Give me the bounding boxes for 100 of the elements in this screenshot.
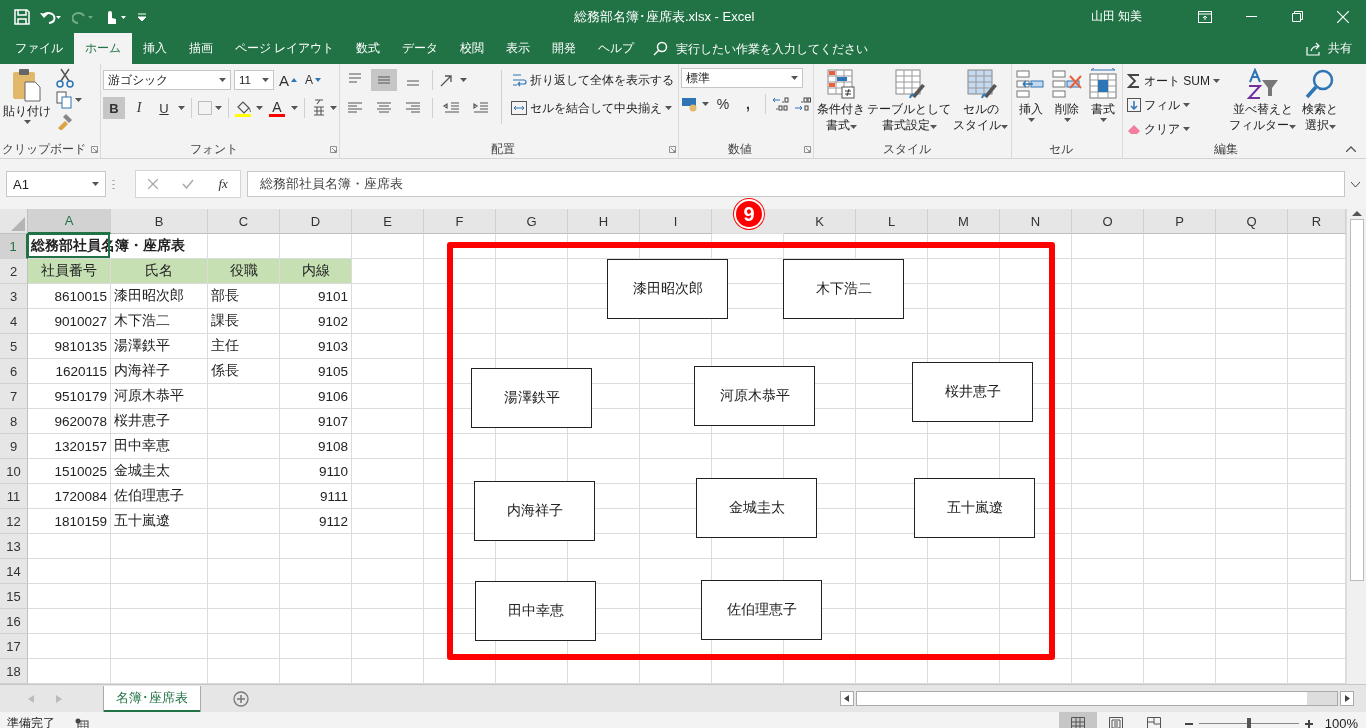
dialog-launcher-icon[interactable] — [91, 146, 98, 153]
fill-color-icon[interactable] — [235, 99, 253, 117]
macro-record-icon[interactable] — [75, 717, 89, 728]
restore-icon[interactable] — [1291, 11, 1303, 22]
copy-icon[interactable] — [56, 91, 72, 109]
formula-field[interactable]: 総務部社員名簿・座席表 — [247, 171, 1345, 197]
seat-box[interactable]: 内海祥子 — [474, 481, 595, 541]
ribbon-tab[interactable]: ホーム — [74, 33, 132, 64]
zoom-thumb[interactable] — [1246, 717, 1251, 728]
column-header[interactable]: R — [1288, 209, 1346, 234]
row-header[interactable]: 16 — [0, 609, 28, 634]
wrap-text-button[interactable]: 折り返して全体を表示する — [509, 68, 676, 92]
ribbon-tab[interactable]: ページ レイアウト — [224, 33, 346, 64]
column-header[interactable]: P — [1144, 209, 1216, 234]
paste-button[interactable]: 貼り付け — [2, 68, 52, 140]
decrease-decimal-icon[interactable] — [793, 96, 811, 112]
cells-button[interactable]: 削除 — [1050, 68, 1084, 140]
scroll-left-icon[interactable] — [840, 691, 854, 706]
dialog-launcher-icon[interactable] — [669, 146, 676, 153]
fill-button[interactable]: フィル — [1125, 93, 1222, 117]
row-header[interactable]: 3 — [0, 284, 28, 309]
seat-box[interactable]: 河原木恭平 — [694, 366, 815, 426]
share-label[interactable]: 共有 — [1328, 40, 1352, 57]
row-header[interactable]: 7 — [0, 384, 28, 409]
row-header[interactable]: 6 — [0, 359, 28, 384]
column-header[interactable]: Q — [1216, 209, 1288, 234]
scroll-up-icon[interactable] — [1351, 209, 1362, 217]
font-color-button[interactable]: A — [266, 97, 288, 119]
column-header[interactable]: I — [640, 209, 712, 234]
ribbon-tab[interactable]: データ — [391, 33, 450, 64]
ribbon-tab[interactable]: 数式 — [345, 33, 392, 64]
column-header[interactable]: H — [568, 209, 640, 234]
ribbon-tab[interactable]: 開発 — [541, 33, 588, 64]
comma-button[interactable]: , — [737, 93, 759, 115]
column-header[interactable]: N — [1000, 209, 1072, 234]
underline-button[interactable]: U — [153, 97, 175, 119]
row-header[interactable]: 17 — [0, 634, 28, 659]
row-header[interactable]: 9 — [0, 434, 28, 459]
zoom-level[interactable]: 100% — [1324, 716, 1358, 728]
tell-me-field[interactable]: 実行したい作業を入力してください — [674, 40, 939, 57]
grow-font-button[interactable]: A — [277, 69, 299, 91]
undo-icon[interactable] — [40, 9, 62, 24]
zoom-in-icon[interactable] — [1304, 719, 1313, 728]
row-header[interactable]: 1 — [0, 234, 28, 259]
close-icon[interactable] — [1337, 10, 1349, 23]
percent-button[interactable]: % — [712, 93, 734, 115]
save-icon[interactable] — [14, 8, 30, 25]
column-header[interactable]: M — [928, 209, 1000, 234]
dialog-launcher-icon[interactable] — [804, 146, 811, 153]
seat-box[interactable]: 五十嵐遼 — [914, 478, 1035, 538]
merge-center-button[interactable]: セルを結合して中央揃え — [509, 96, 676, 120]
cells-button[interactable]: 書式 — [1086, 68, 1120, 140]
ribbon-tab[interactable]: 挿入 — [132, 33, 178, 64]
name-box[interactable]: A1 — [6, 171, 106, 197]
find-select-button[interactable]: 検索と 選択 — [1301, 68, 1339, 141]
column-header[interactable]: E — [352, 209, 424, 234]
horizontal-scrollbar[interactable] — [856, 691, 1338, 706]
phonetic-guide-icon[interactable] — [311, 99, 327, 117]
row-header[interactable]: 15 — [0, 584, 28, 609]
autosum-button[interactable]: オート SUM — [1125, 69, 1222, 93]
column-header[interactable]: G — [496, 209, 568, 234]
row-header[interactable]: 8 — [0, 409, 28, 434]
enter-icon[interactable] — [182, 179, 195, 189]
user-name[interactable]: 山田 知美 — [1090, 8, 1142, 25]
seat-box[interactable]: 漆田昭次郎 — [607, 259, 728, 319]
column-header[interactable]: B — [111, 209, 208, 234]
row-header[interactable]: 10 — [0, 459, 28, 484]
column-header[interactable]: K — [784, 209, 856, 234]
format-painter-icon[interactable] — [56, 112, 74, 130]
row-header[interactable]: 11 — [0, 484, 28, 509]
bold-button[interactable]: B — [103, 97, 125, 119]
vertical-scrollbar[interactable] — [1349, 219, 1364, 581]
column-header[interactable]: L — [856, 209, 928, 234]
row-header[interactable]: 12 — [0, 509, 28, 534]
font-size-dropdown[interactable]: 11 — [234, 70, 274, 90]
column-header[interactable]: O — [1072, 209, 1144, 234]
sheet-tab[interactable]: 名簿･座席表 — [104, 685, 200, 712]
ribbon-tab[interactable]: ヘルプ — [587, 33, 646, 64]
style-button[interactable]: 条件付き 書式 — [816, 68, 866, 140]
ribbon-tab[interactable]: 表示 — [495, 33, 542, 64]
dialog-launcher-icon[interactable] — [330, 146, 337, 153]
ribbon-tab[interactable]: 描画 — [178, 33, 224, 64]
ribbon-tab[interactable]: ファイル — [4, 33, 74, 64]
normal-view-button[interactable] — [1058, 712, 1097, 728]
clear-button[interactable]: クリア — [1125, 117, 1222, 141]
sort-filter-button[interactable]: 並べ替えと フィルター — [1228, 68, 1297, 141]
seat-box[interactable]: 木下浩二 — [783, 259, 904, 319]
cancel-icon[interactable] — [148, 179, 159, 189]
increase-decimal-icon[interactable] — [772, 96, 790, 112]
currency-icon[interactable] — [681, 96, 699, 112]
column-header[interactable]: A — [28, 209, 111, 234]
scroll-right-icon[interactable] — [1340, 691, 1354, 706]
font-name-dropdown[interactable]: 游ゴシック — [103, 70, 231, 90]
seat-box[interactable]: 佐伯理恵子 — [701, 580, 822, 640]
cells-button[interactable]: 挿入 — [1014, 68, 1048, 140]
shrink-font-button[interactable]: A — [302, 69, 324, 91]
minimize-icon[interactable] — [1245, 16, 1257, 17]
seat-box[interactable]: 金城圭太 — [696, 478, 817, 538]
column-header[interactable]: D — [280, 209, 352, 234]
row-header[interactable]: 4 — [0, 309, 28, 334]
